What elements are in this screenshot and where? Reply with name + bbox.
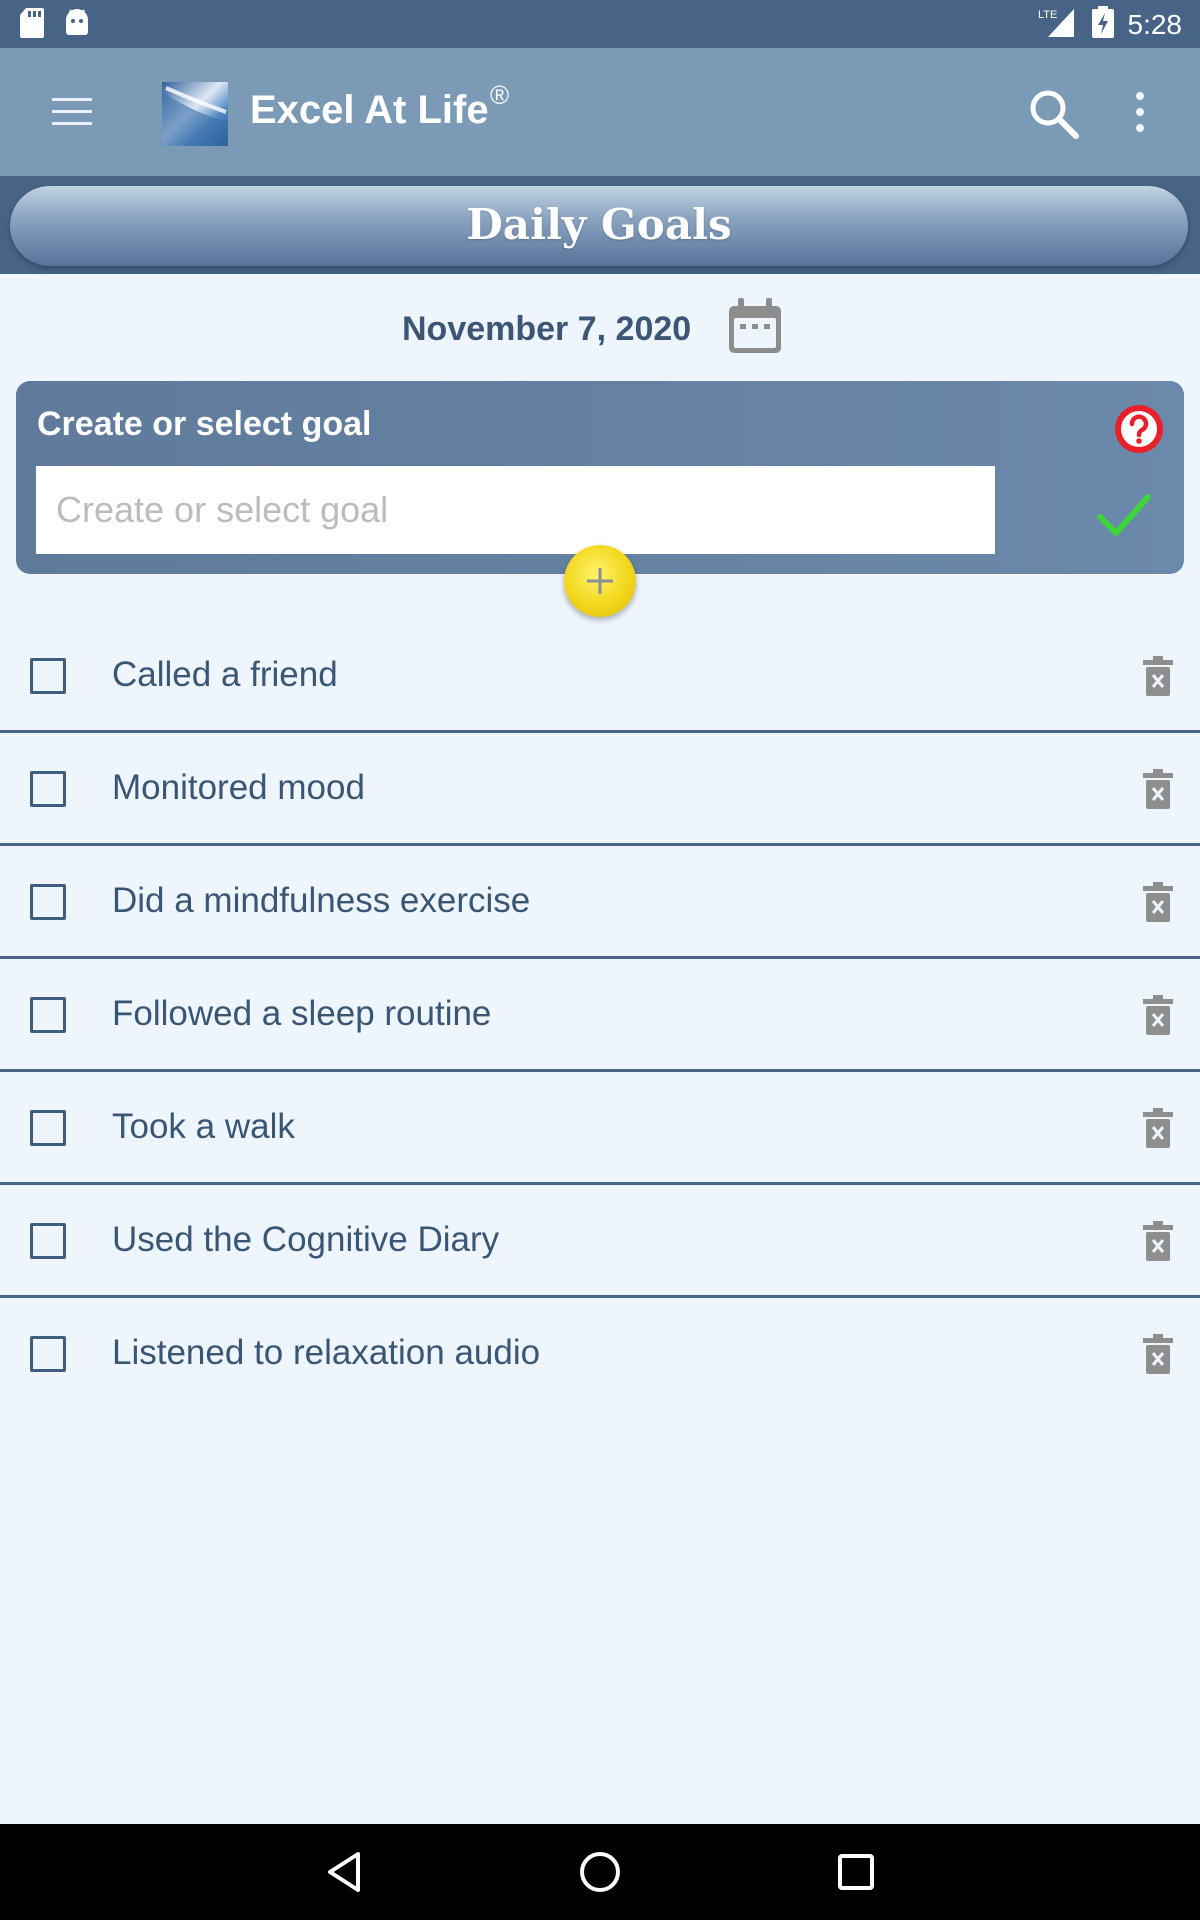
goal-checkbox[interactable] (30, 771, 66, 807)
goal-row: Called a friend (0, 620, 1200, 733)
trash-icon[interactable] (1143, 1108, 1173, 1148)
goal-row: Followed a sleep routine (0, 959, 1200, 1072)
back-icon[interactable] (324, 1850, 364, 1894)
goal-input[interactable] (36, 466, 995, 554)
goal-checkbox[interactable] (30, 1223, 66, 1259)
help-icon[interactable] (1113, 403, 1165, 455)
trash-icon[interactable] (1143, 882, 1173, 922)
checkmark-icon[interactable] (1096, 491, 1152, 539)
goal-label[interactable]: Did a mindfulness exercise (112, 881, 530, 921)
battery-icon (1091, 6, 1114, 43)
goal-row: Monitored mood (0, 733, 1200, 846)
page-header: Daily Goals (10, 186, 1188, 266)
goal-entry-heading: Create or select goal (37, 405, 372, 443)
status-time: 5:28 (1127, 8, 1183, 40)
more-vert-icon[interactable] (1130, 92, 1150, 138)
goal-row: Listened to relaxation audio (0, 1298, 1200, 1408)
trash-icon[interactable] (1143, 995, 1173, 1035)
status-bar: LTE 5:28 (0, 0, 1200, 48)
recents-icon[interactable] (836, 1852, 876, 1892)
network-type-label: LTE (1038, 9, 1057, 21)
hamburger-menu-icon[interactable] (52, 98, 92, 128)
goal-checkbox[interactable] (30, 658, 66, 694)
home-icon[interactable] (578, 1850, 622, 1894)
goal-row: Took a walk (0, 1072, 1200, 1185)
goal-row: Used the Cognitive Diary (0, 1185, 1200, 1298)
goal-checkbox[interactable] (30, 1110, 66, 1146)
calendar-icon[interactable] (726, 296, 784, 356)
goal-label[interactable]: Used the Cognitive Diary (112, 1220, 499, 1260)
registered-mark: ® (490, 80, 510, 110)
android-icon (64, 8, 90, 43)
goal-list: Called a friend Monitored mood Did a min… (0, 620, 1200, 1408)
goal-checkbox[interactable] (30, 884, 66, 920)
trash-icon[interactable] (1143, 1221, 1173, 1261)
goal-label[interactable]: Listened to relaxation audio (112, 1333, 540, 1373)
goal-label[interactable]: Monitored mood (112, 768, 365, 808)
selected-date: November 7, 2020 (402, 310, 692, 348)
search-icon[interactable] (1026, 86, 1082, 142)
trash-icon[interactable] (1143, 656, 1173, 696)
system-nav-bar (0, 1824, 1200, 1920)
trash-icon[interactable] (1143, 1334, 1173, 1374)
goal-row: Did a mindfulness exercise (0, 846, 1200, 959)
goal-label[interactable]: Followed a sleep routine (112, 994, 491, 1034)
add-goal-button[interactable] (564, 545, 636, 617)
goal-checkbox[interactable] (30, 997, 66, 1033)
app-title-text: Excel At Life (250, 88, 489, 132)
sd-card-icon (20, 8, 44, 43)
goal-label[interactable]: Took a walk (112, 1107, 295, 1147)
plus-icon (587, 568, 613, 594)
goal-checkbox[interactable] (30, 1336, 66, 1372)
app-logo (162, 82, 228, 146)
goal-label[interactable]: Called a friend (112, 655, 338, 695)
app-title: Excel At Life ® (250, 80, 509, 133)
page-title: Daily Goals (466, 200, 732, 249)
signal-icon: LTE (1038, 7, 1078, 42)
trash-icon[interactable] (1143, 769, 1173, 809)
